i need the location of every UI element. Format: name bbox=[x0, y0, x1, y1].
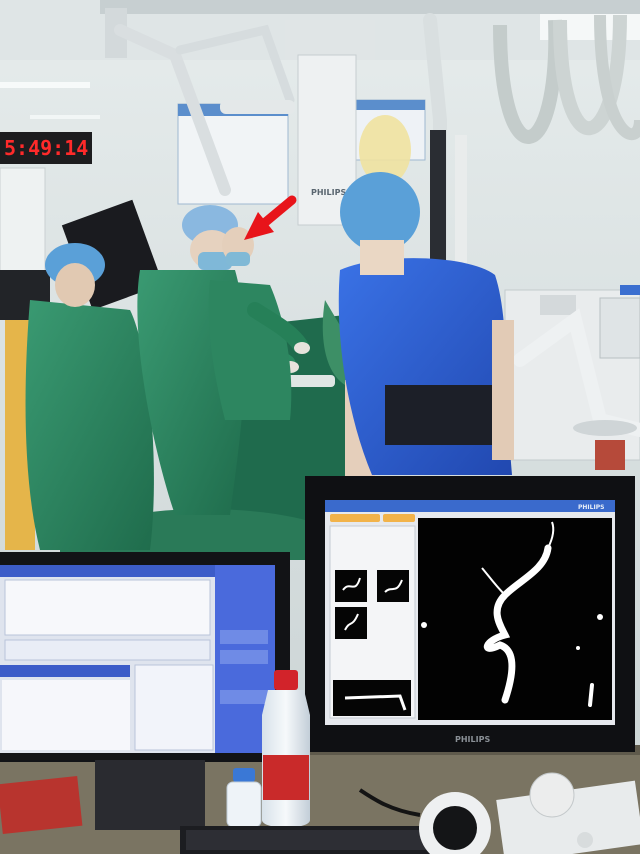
control-dial-center bbox=[433, 806, 477, 850]
left-screen-detail bbox=[134, 664, 214, 751]
left-monitor-stand bbox=[95, 760, 205, 830]
control-small-button bbox=[577, 832, 593, 848]
right-monitor-brand: PHILIPS bbox=[455, 735, 490, 744]
angiography-marker-3 bbox=[576, 646, 580, 650]
angiography-marker-1 bbox=[421, 622, 427, 628]
operator-glove bbox=[294, 342, 310, 354]
equipment-display bbox=[540, 295, 576, 315]
control-button bbox=[529, 772, 575, 818]
equipment-unit bbox=[599, 297, 640, 359]
water-bottle bbox=[262, 670, 310, 828]
ceiling-rail bbox=[100, 0, 640, 14]
operator-mask bbox=[226, 252, 250, 266]
equipment-red-panel bbox=[595, 440, 625, 470]
left-screen-panel-mid bbox=[4, 639, 211, 661]
technician-arm-right bbox=[492, 320, 514, 460]
left-screen-panel-top bbox=[4, 579, 211, 636]
ceiling-light-strip bbox=[30, 115, 100, 119]
equipment-blue-tag bbox=[620, 285, 640, 295]
technician-neck bbox=[360, 240, 404, 275]
right-screen-brand: PHILIPS bbox=[578, 504, 604, 511]
left-screen-title-bar bbox=[0, 565, 215, 577]
technician-belt bbox=[385, 385, 497, 445]
surgeon-left-neck bbox=[55, 263, 95, 307]
c-arm-base bbox=[573, 420, 637, 436]
scene-canvas: 5:49:14 PHILIPS PHILIPS PHILIPS bbox=[0, 0, 640, 854]
ceiling-light bbox=[0, 82, 90, 88]
gantry-brand-label: PHILIPS bbox=[311, 188, 346, 197]
red-folder bbox=[0, 775, 83, 835]
thumbnail-2 bbox=[377, 570, 409, 602]
small-bottle-body bbox=[226, 781, 262, 828]
gantry-top bbox=[285, 20, 375, 60]
surgical-light-arm bbox=[220, 100, 295, 114]
equipment-pole-dark bbox=[430, 130, 446, 270]
surgeon-left-gown bbox=[25, 300, 154, 550]
bottle-cap bbox=[274, 670, 298, 690]
wall-clock-time: 5:49:14 bbox=[4, 136, 88, 160]
left-screen-button-3 bbox=[220, 690, 268, 704]
left-screen-table-header bbox=[0, 665, 130, 677]
angiography-marker-2 bbox=[597, 614, 603, 620]
angiography-image bbox=[418, 518, 612, 720]
right-screen-tab-2 bbox=[383, 514, 415, 522]
angiography-marker-4 bbox=[588, 683, 594, 707]
operating-room-scene: 5:49:14 PHILIPS PHILIPS PHILIPS bbox=[0, 0, 640, 854]
left-screen-button-1 bbox=[220, 630, 268, 644]
right-screen-title-bar bbox=[325, 500, 615, 512]
right-monitor: PHILIPS PHILIPS bbox=[305, 476, 635, 752]
equipment-pole-light bbox=[455, 135, 467, 265]
small-bottle-cap bbox=[233, 768, 255, 782]
left-screen-table bbox=[2, 680, 130, 750]
left-screen-button-2 bbox=[220, 650, 268, 664]
wall-poster-right-header bbox=[345, 100, 425, 110]
bottle-label bbox=[263, 755, 309, 800]
right-screen-tab-1 bbox=[330, 514, 380, 522]
